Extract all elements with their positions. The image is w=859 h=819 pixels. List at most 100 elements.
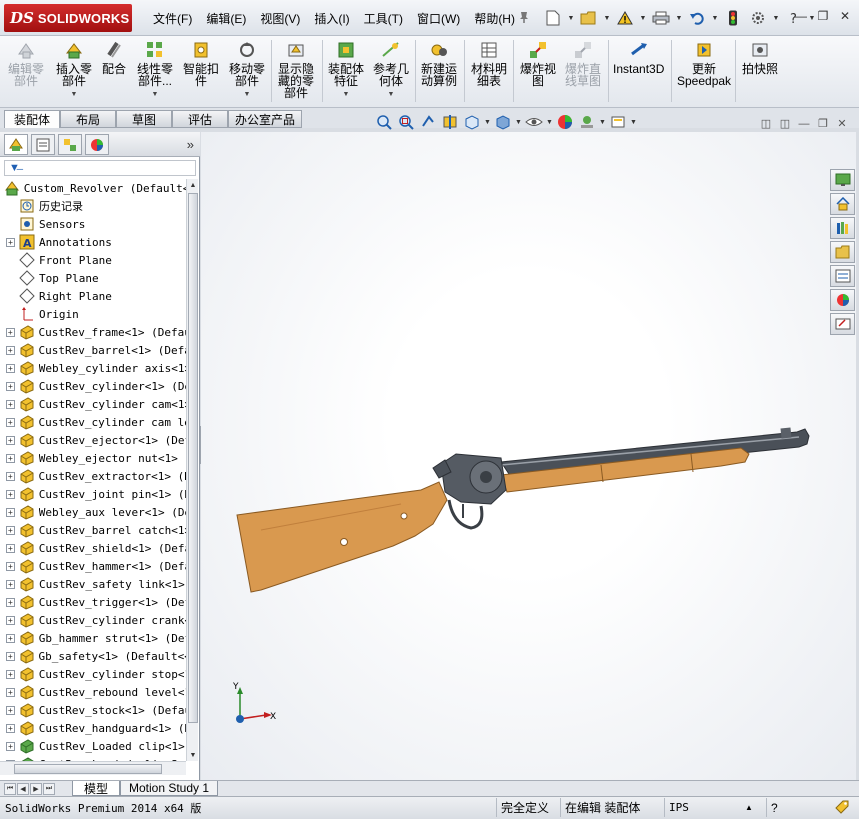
tile-left-icon[interactable]: ◫ bbox=[759, 117, 773, 130]
restore-icon[interactable]: ❐ bbox=[816, 117, 830, 130]
menu-view[interactable]: 视图(V) bbox=[253, 10, 307, 27]
tree-item[interactable]: + CustRev_frame<1> (Defaul bbox=[0, 323, 186, 341]
pin-icon[interactable] bbox=[517, 10, 531, 24]
zoom-to-fit-icon[interactable] bbox=[374, 112, 394, 132]
tree-item[interactable]: + CustRev_cylinder cam lev bbox=[0, 413, 186, 431]
chevron-down-icon[interactable]: ▼ bbox=[343, 89, 350, 101]
tree-item[interactable]: + Webley_cylinder axis<1> bbox=[0, 359, 186, 377]
property-manager-tab[interactable] bbox=[31, 134, 55, 155]
tree-item[interactable]: + CustRev_Loaded clip<1> bbox=[0, 737, 186, 755]
expand-icon[interactable]: + bbox=[6, 345, 15, 355]
snapshot-button[interactable]: 拍快照 bbox=[742, 40, 778, 75]
undo-icon[interactable] bbox=[686, 8, 708, 28]
menu-tools[interactable]: 工具(T) bbox=[357, 10, 410, 27]
expand-icon[interactable]: + bbox=[6, 471, 15, 481]
tree-item[interactable]: Sensors bbox=[0, 215, 186, 233]
custom-properties-icon[interactable] bbox=[830, 313, 855, 335]
tree-item[interactable]: + CustRev_safety link<1> bbox=[0, 575, 186, 593]
chevron-down-icon[interactable]: ▼ bbox=[546, 112, 553, 132]
expand-icon[interactable]: + bbox=[6, 453, 15, 463]
print-icon[interactable] bbox=[650, 8, 672, 28]
expand-icon[interactable]: + bbox=[6, 687, 15, 697]
minimize-icon[interactable]: — bbox=[797, 117, 811, 130]
expand-icon[interactable]: + bbox=[6, 489, 15, 499]
tab-assembly[interactable]: 装配体 bbox=[4, 110, 60, 128]
expand-icon[interactable]: + bbox=[6, 417, 15, 427]
tree-item[interactable]: + CustRev_extractor<1> (De bbox=[0, 467, 186, 485]
feature-tree-tab[interactable] bbox=[4, 134, 28, 155]
expand-icon[interactable]: + bbox=[6, 507, 15, 517]
chevron-down-icon[interactable]: ▼ bbox=[244, 89, 251, 101]
solidworks-logo[interactable]: DS SOLIDWORKS bbox=[4, 4, 132, 32]
previous-view-icon[interactable] bbox=[418, 112, 438, 132]
tab-office-products[interactable]: 办公室产品 bbox=[228, 110, 302, 128]
expand-icon[interactable]: + bbox=[6, 543, 15, 553]
expand-icon[interactable]: + bbox=[6, 633, 15, 643]
expand-icon[interactable]: + bbox=[6, 597, 15, 607]
tile-right-icon[interactable]: ◫ bbox=[778, 117, 792, 130]
chevron-down-icon[interactable]: ▼ bbox=[152, 89, 159, 101]
edit-component-button[interactable]: 编辑零 部件 bbox=[8, 40, 44, 87]
menu-file[interactable]: 文件(F) bbox=[146, 10, 199, 27]
tree-item[interactable]: + CustRev_barrel catch<1> bbox=[0, 521, 186, 539]
home-icon[interactable] bbox=[830, 193, 855, 215]
scroll-thumb[interactable] bbox=[14, 764, 162, 774]
tree-item[interactable]: Right Plane bbox=[0, 287, 186, 305]
scroll-down-icon[interactable]: ▼ bbox=[187, 749, 199, 761]
file-explorer-icon[interactable] bbox=[830, 241, 855, 263]
tree-item[interactable]: + CustRev_handguard<1> (D bbox=[0, 719, 186, 737]
tree-item[interactable]: + CustRev_trigger<1> (Def bbox=[0, 593, 186, 611]
explode-line-sketch-button[interactable]: 爆炸直 线草图 bbox=[565, 40, 601, 87]
tab-model[interactable]: 模型 bbox=[72, 781, 120, 796]
instant3d-button[interactable]: Instant3D bbox=[613, 40, 664, 75]
chevron-down-icon[interactable]: ▼ bbox=[630, 112, 637, 132]
expand-icon[interactable]: + bbox=[6, 741, 15, 751]
tree-item[interactable]: + CustRev_shield<1> (Defa bbox=[0, 539, 186, 557]
reference-geometry-button[interactable]: 参考几 何体 ▼ bbox=[373, 40, 409, 101]
options-icon[interactable] bbox=[747, 8, 769, 28]
tree-horizontal-scrollbar[interactable] bbox=[0, 761, 186, 775]
tree-vertical-scrollbar[interactable]: ▲ ▼ bbox=[186, 179, 198, 761]
tab-layout[interactable]: 布局 bbox=[60, 110, 116, 128]
scroll-thumb[interactable] bbox=[188, 193, 198, 723]
design-library-icon[interactable] bbox=[830, 217, 855, 239]
display-style-icon[interactable] bbox=[493, 112, 513, 132]
tab-sketch[interactable]: 草图 bbox=[116, 110, 172, 128]
display-manager-tab[interactable] bbox=[85, 134, 109, 155]
edit-appearance-icon[interactable] bbox=[555, 112, 575, 132]
revolver-rifle-model[interactable] bbox=[201, 132, 856, 780]
mate-button[interactable]: 配合 bbox=[102, 40, 126, 75]
close-icon[interactable]: ✕ bbox=[835, 117, 849, 130]
configuration-manager-tab[interactable] bbox=[58, 134, 82, 155]
chevron-down-icon[interactable]: ▼ bbox=[71, 89, 78, 101]
expand-icon[interactable]: + bbox=[6, 723, 15, 733]
chevron-down-icon[interactable]: ▼ bbox=[599, 112, 606, 132]
tree-item[interactable]: 历史记录 bbox=[0, 197, 186, 215]
chevron-down-icon[interactable]: ▼ bbox=[603, 8, 611, 28]
next-tab-icon[interactable]: ▶ bbox=[30, 783, 42, 795]
tree-item[interactable]: + CustRev_cylinder cam<1> bbox=[0, 395, 186, 413]
units-arrow[interactable]: ▲ bbox=[745, 803, 753, 812]
expand-icon[interactable]: + bbox=[6, 363, 15, 373]
expand-icon[interactable]: + bbox=[6, 615, 15, 625]
tree-item[interactable]: + CustRev_hammer<1> (Defa bbox=[0, 557, 186, 575]
bill-of-materials-button[interactable]: 材料明 细表 bbox=[471, 40, 507, 87]
smart-fasteners-button[interactable]: 智能扣 件 bbox=[183, 40, 219, 87]
menu-insert[interactable]: 插入(I) bbox=[307, 10, 356, 27]
tree-item[interactable]: + CustRev_ejector<1> (Def bbox=[0, 431, 186, 449]
expand-icon[interactable]: + bbox=[6, 381, 15, 391]
restore-icon[interactable]: ❐ bbox=[815, 9, 831, 23]
expand-icon[interactable]: + bbox=[6, 525, 15, 535]
apply-scene-icon[interactable] bbox=[577, 112, 597, 132]
new-document-icon[interactable] bbox=[542, 8, 564, 28]
menu-help[interactable]: 帮助(H) bbox=[467, 10, 522, 27]
view-palette-icon[interactable] bbox=[830, 265, 855, 287]
tree-item[interactable]: + CustRev_rebound level<1 bbox=[0, 683, 186, 701]
expand-panel-icon[interactable]: » bbox=[187, 137, 194, 152]
expand-icon[interactable]: + bbox=[6, 579, 15, 589]
chevron-down-icon[interactable]: ▼ bbox=[639, 8, 647, 28]
update-speedpak-button[interactable]: 更新 Speedpak bbox=[677, 40, 731, 87]
new-motion-study-button[interactable]: 新建运 动算例 bbox=[421, 40, 457, 87]
exploded-view-button[interactable]: 爆炸视 图 bbox=[520, 40, 556, 87]
chevron-down-icon[interactable]: ▼ bbox=[567, 8, 575, 28]
